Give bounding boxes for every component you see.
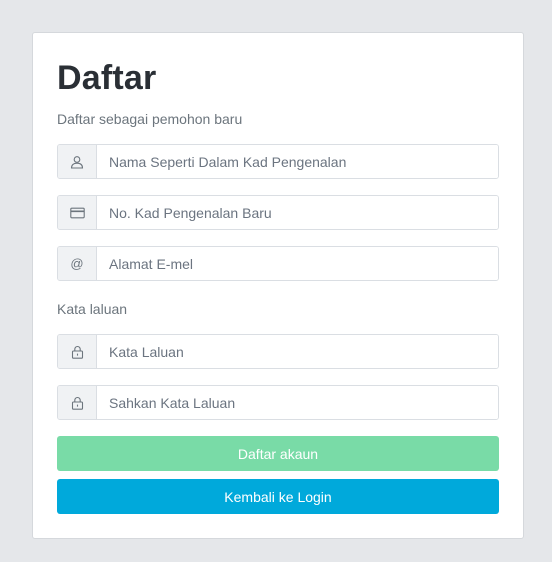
page-title: Daftar — [57, 59, 157, 97]
email-input-group: @ — [57, 246, 499, 281]
ic-number-input-group — [57, 195, 499, 230]
ic-number-input[interactable] — [97, 196, 498, 229]
lock-icon — [58, 386, 97, 419]
user-icon — [58, 145, 97, 178]
password-input-group — [57, 334, 499, 369]
back-to-login-button[interactable]: Kembali ke Login — [57, 479, 499, 514]
confirm-password-input[interactable] — [97, 386, 498, 419]
lock-icon — [58, 335, 97, 368]
name-input-group — [57, 144, 499, 179]
password-input[interactable] — [97, 335, 498, 368]
at-icon: @ — [58, 247, 97, 280]
password-section-label: Kata laluan — [57, 301, 128, 317]
full-name-input[interactable] — [97, 145, 498, 178]
register-card: Daftar Daftar sebagai pemohon baru @ Kat… — [32, 32, 524, 539]
page-subtitle: Daftar sebagai pemohon baru — [57, 111, 243, 127]
confirm-password-input-group — [57, 385, 499, 420]
register-button[interactable]: Daftar akaun — [57, 436, 499, 471]
email-input[interactable] — [97, 247, 498, 280]
id-card-icon — [58, 196, 97, 229]
